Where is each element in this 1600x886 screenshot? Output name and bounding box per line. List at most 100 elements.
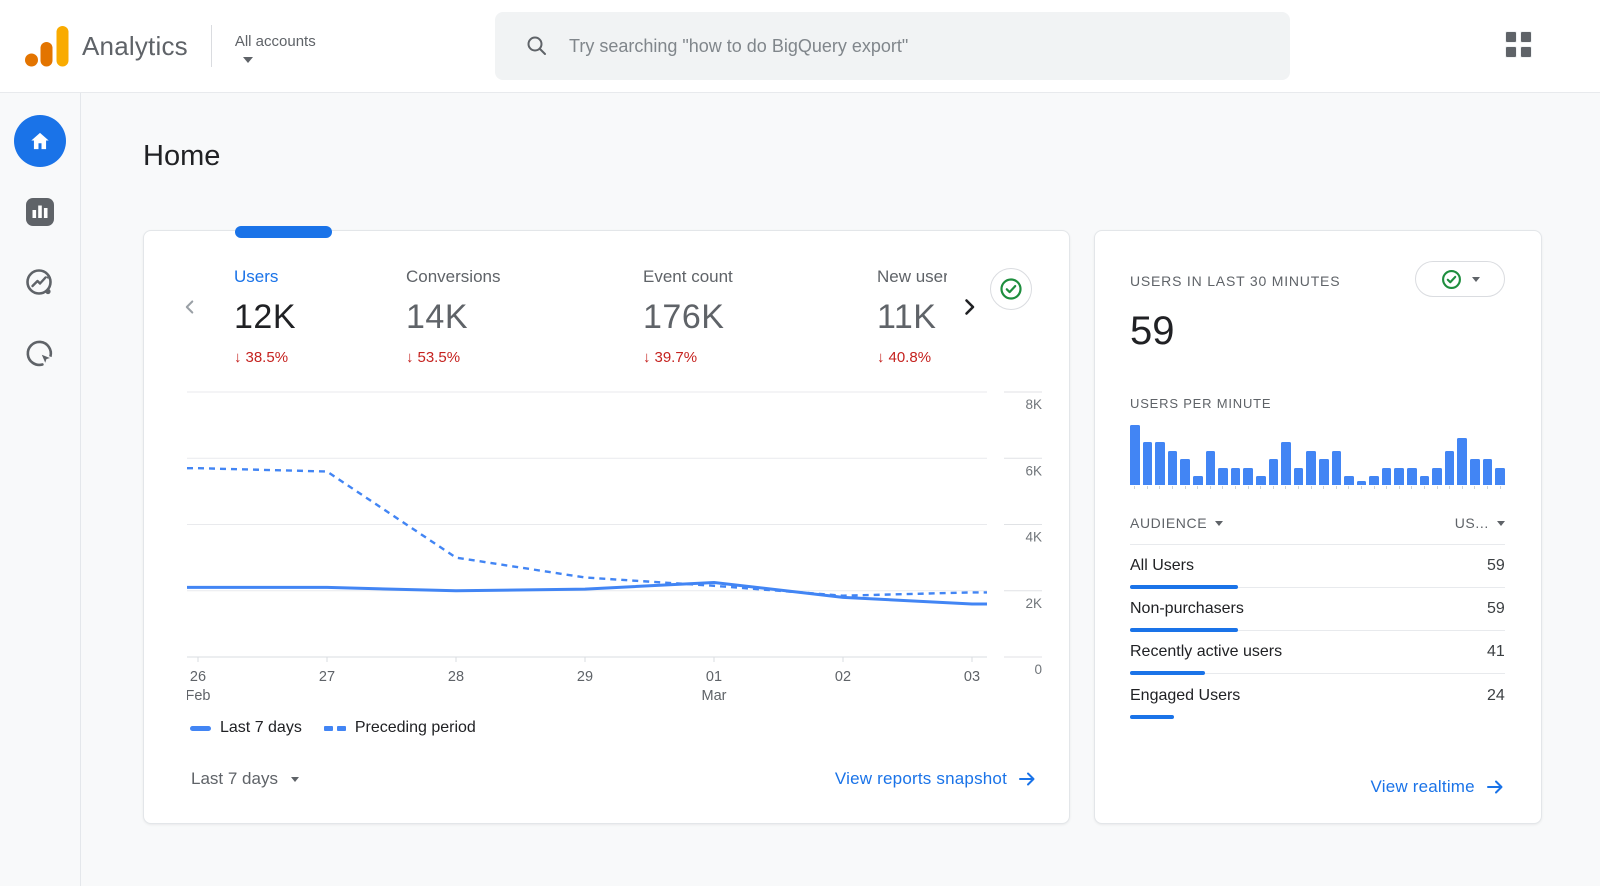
metrics-scroll-left-button[interactable] — [170, 267, 210, 347]
audience-row-engaged-users: Engaged Users24 — [1130, 674, 1505, 717]
per-minute-bar — [1243, 468, 1253, 485]
arrow-right-icon — [1017, 769, 1037, 789]
svg-text:28: 28 — [448, 669, 464, 685]
chevron-down-icon — [1215, 521, 1223, 526]
audience-row-all-users: All Users 59 — [1130, 545, 1505, 588]
arrow-down-icon: ↓ — [234, 349, 242, 366]
line-chart-svg: 02K4K6K8K26Feb27282901Mar0203 — [187, 380, 1042, 708]
analytics-logo[interactable]: Analytics — [23, 23, 188, 69]
chevron-left-icon — [179, 296, 201, 318]
per-minute-bar — [1269, 459, 1279, 485]
search-icon — [525, 34, 549, 58]
sidebar-item-reports[interactable] — [14, 186, 66, 238]
legend-item-last-7-days: Last 7 days — [190, 719, 302, 737]
bar-chart-icon — [23, 195, 57, 229]
per-minute-bar — [1344, 476, 1354, 485]
audience-user-count: 59 — [1487, 557, 1505, 575]
app-name: Analytics — [82, 31, 188, 62]
view-realtime-link[interactable]: View realtime — [1370, 777, 1504, 797]
date-range-selector[interactable]: Last 7 days — [191, 769, 299, 789]
metric-value: 176K — [643, 298, 877, 337]
metrics-row: Users12K↓38.5%Conversions14K↓53.5%Event … — [144, 267, 1069, 366]
users-per-minute-bar-chart — [1130, 425, 1505, 485]
svg-text:2K: 2K — [1025, 596, 1042, 611]
per-minute-bar — [1457, 438, 1467, 485]
chevron-right-icon — [957, 295, 981, 319]
metric-tab-new-users[interactable]: New users11K↓40.8% — [877, 267, 947, 366]
metric-label: Event count — [643, 267, 877, 287]
svg-text:6K: 6K — [1025, 463, 1042, 478]
per-minute-bar — [1420, 476, 1430, 485]
users-per-minute-label: USERS PER MINUTE — [1130, 396, 1505, 411]
metric-delta: ↓53.5% — [406, 349, 643, 366]
realtime-card: USERS IN LAST 30 MINUTES 59 USERS PER MI… — [1094, 230, 1542, 824]
metric-tab-conversions[interactable]: Conversions14K↓53.5% — [406, 267, 643, 366]
per-minute-bar — [1445, 451, 1455, 485]
left-navigation — [0, 93, 81, 886]
metrics-scroll-right-button[interactable] — [947, 267, 991, 347]
svg-text:03: 03 — [964, 669, 980, 685]
svg-text:02: 02 — [835, 669, 851, 685]
per-minute-bar — [1294, 468, 1304, 485]
date-range-label: Last 7 days — [191, 769, 278, 789]
explore-icon — [22, 265, 58, 301]
sidebar-item-advertising[interactable] — [14, 328, 66, 380]
overview-card: Users12K↓38.5%Conversions14K↓53.5%Event … — [143, 230, 1070, 824]
per-minute-bar — [1256, 476, 1266, 485]
view-reports-snapshot-link[interactable]: View reports snapshot — [835, 769, 1037, 789]
metric-tab-event-count[interactable]: Event count176K↓39.7% — [643, 267, 877, 366]
users-last-30-min-value: 59 — [1130, 309, 1505, 354]
per-minute-bar — [1130, 425, 1140, 485]
line-series-last-7-days — [187, 583, 987, 605]
audience-table-body: All Users59Non-purchasers59Recently acti… — [1130, 545, 1505, 717]
column-label: US... — [1455, 515, 1489, 531]
data-quality-button[interactable] — [990, 268, 1032, 310]
arrow-down-icon: ↓ — [406, 349, 414, 366]
line-series-preceding-period — [187, 468, 987, 596]
link-label: View reports snapshot — [835, 769, 1007, 789]
account-selector[interactable]: All accounts — [235, 29, 316, 63]
metric-tab-users[interactable]: Users12K↓38.5% — [234, 267, 406, 366]
per-minute-bar — [1319, 459, 1329, 485]
per-minute-bar — [1193, 476, 1203, 485]
chevron-down-icon — [1497, 521, 1505, 526]
per-minute-bar — [1218, 468, 1228, 485]
audience-name: All Users — [1130, 557, 1194, 575]
per-minute-bar — [1407, 468, 1417, 485]
top-bar: Analytics All accounts — [0, 0, 1600, 93]
audience-table-header: AUDIENCE US... — [1130, 515, 1505, 545]
search-bar[interactable] — [495, 12, 1290, 80]
arrow-right-icon — [1485, 777, 1505, 797]
metric-value: 11K — [877, 298, 947, 337]
per-minute-bar — [1382, 468, 1392, 485]
sidebar-item-home[interactable] — [14, 115, 66, 167]
audience-row-recently-active-users: Recently active users41 — [1130, 631, 1505, 674]
per-minute-bar — [1483, 459, 1493, 485]
sidebar-item-explore[interactable] — [14, 257, 66, 309]
account-selector-label: All accounts — [235, 33, 316, 50]
solid-line-swatch — [190, 726, 211, 731]
audience-name: Recently active users — [1130, 643, 1282, 661]
users-column-header[interactable]: US... — [1455, 515, 1505, 531]
check-circle-icon — [1440, 268, 1463, 291]
audience-value-bar — [1130, 715, 1174, 719]
legend-label: Preceding period — [355, 719, 476, 737]
svg-text:Mar: Mar — [702, 688, 727, 704]
svg-text:26: 26 — [190, 669, 206, 685]
metric-tabs: Users12K↓38.5%Conversions14K↓53.5%Event … — [234, 267, 947, 366]
per-minute-bar — [1155, 442, 1165, 485]
audience-column-header[interactable]: AUDIENCE — [1130, 515, 1223, 531]
apps-grid-icon[interactable] — [1506, 32, 1536, 62]
link-label: View realtime — [1370, 777, 1474, 797]
realtime-status-dropdown[interactable] — [1415, 261, 1505, 297]
svg-text:01: 01 — [706, 669, 722, 685]
audience-user-count: 59 — [1487, 600, 1505, 618]
selected-metric-tab-indicator — [235, 226, 332, 238]
svg-text:8K: 8K — [1025, 397, 1042, 412]
advertising-icon — [22, 336, 58, 372]
svg-text:29: 29 — [577, 669, 593, 685]
search-input[interactable] — [569, 36, 1290, 57]
arrow-down-icon: ↓ — [877, 349, 885, 366]
svg-text:0: 0 — [1034, 662, 1042, 677]
users-line-chart: 02K4K6K8K26Feb27282901Mar0203 — [187, 380, 1069, 713]
